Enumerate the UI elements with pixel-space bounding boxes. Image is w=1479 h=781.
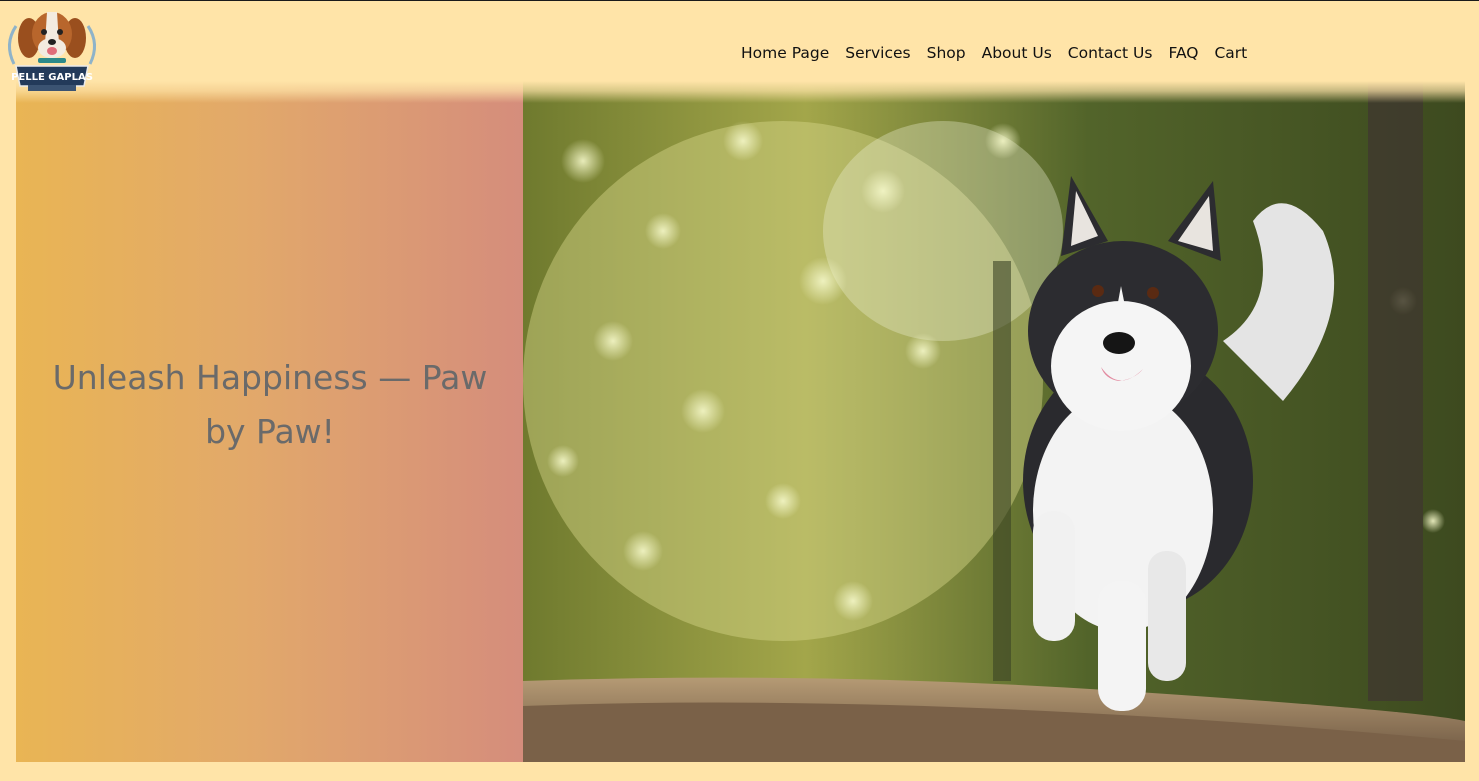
- nav-about[interactable]: About Us: [974, 41, 1060, 65]
- nav-shop[interactable]: Shop: [919, 41, 974, 65]
- site-header: Home Page Services Shop About Us Contact…: [0, 1, 1479, 81]
- nav-cart[interactable]: Cart: [1206, 41, 1255, 65]
- hero-gradient-panel: Unleash Happiness — Paw by Paw!: [16, 81, 523, 762]
- hero-tagline: Unleash Happiness — Paw by Paw!: [52, 358, 488, 451]
- hero-section: Unleash Happiness — Paw by Paw!: [16, 81, 1465, 762]
- nav-services[interactable]: Services: [837, 41, 918, 65]
- nav-faq[interactable]: FAQ: [1160, 41, 1206, 65]
- running-husky-photo-icon: [523, 81, 1465, 762]
- dog-mascot-logo-icon[interactable]: PELLE GAPLAS: [2, 4, 102, 96]
- main-nav: Home Page Services Shop About Us Contact…: [733, 41, 1255, 65]
- logo-text: PELLE GAPLAS: [11, 72, 93, 83]
- nav-contact[interactable]: Contact Us: [1060, 41, 1161, 65]
- header-shadow-fade: [16, 81, 1465, 103]
- nav-home[interactable]: Home Page: [733, 41, 837, 65]
